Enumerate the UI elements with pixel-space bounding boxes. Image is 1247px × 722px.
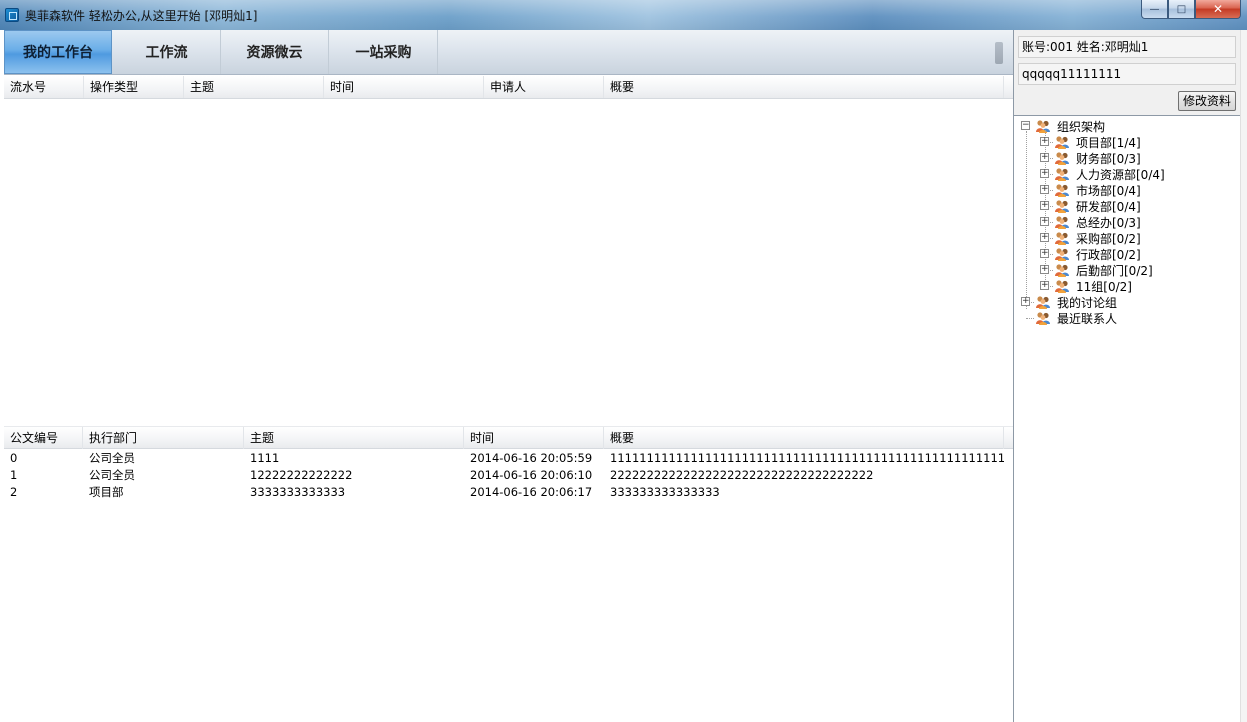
- group-icon: [1055, 280, 1069, 293]
- group-icon: [1055, 216, 1069, 229]
- doc-subject: 1111: [250, 451, 280, 465]
- docs-col-subject[interactable]: 主题: [244, 427, 464, 449]
- group-icon: [1055, 200, 1069, 213]
- tab-resource-cloud[interactable]: 资源微云: [221, 30, 329, 74]
- window-title: 奥菲森软件 轻松办公,从这里开始 [邓明灿1]: [25, 9, 258, 23]
- minimize-button[interactable]: —: [1141, 0, 1168, 19]
- title-bar: 奥菲森软件 轻松办公,从这里开始 [邓明灿1] — □ ✕: [0, 0, 1247, 30]
- doc-number: 1: [10, 468, 18, 482]
- tree-item-org[interactable]: 组织架构: [1057, 118, 1105, 135]
- tasks-col-summary[interactable]: 概要: [604, 76, 1004, 98]
- tree-connector: [1026, 318, 1034, 319]
- tasks-col-operation-type[interactable]: 操作类型: [84, 76, 184, 98]
- expand-icon[interactable]: +: [1021, 297, 1030, 306]
- group-icon: [1055, 248, 1069, 261]
- tab-workflow[interactable]: 工作流: [113, 30, 221, 74]
- group-icon: [1055, 136, 1069, 149]
- doc-summary: 333333333333333: [610, 485, 720, 499]
- tasks-grid-body[interactable]: [4, 99, 1013, 426]
- tasks-col-subject[interactable]: 主题: [184, 76, 324, 98]
- collapse-icon[interactable]: −: [1021, 121, 1030, 130]
- nav-grip[interactable]: [995, 42, 1003, 64]
- tab-purchasing[interactable]: 一站采购: [330, 30, 438, 74]
- expand-icon[interactable]: +: [1040, 201, 1049, 210]
- tab-workbench[interactable]: 我的工作台: [4, 30, 112, 74]
- nav-tabs: 我的工作台 工作流 资源微云 一站采购: [4, 30, 1013, 75]
- expand-icon[interactable]: +: [1040, 233, 1049, 242]
- right-panel: 账号:001 姓名:邓明灿1 qqqqq11111111 修改资料 − 组织架构 +…: [1013, 30, 1247, 722]
- group-icon: [1055, 264, 1069, 277]
- tree-item-discussion[interactable]: 我的讨论组: [1057, 294, 1117, 311]
- tasks-col-serial[interactable]: 流水号: [4, 76, 84, 98]
- tree-item-department[interactable]: 后勤部门[0/2]: [1076, 262, 1153, 279]
- group-icon: [1036, 312, 1050, 325]
- table-row[interactable]: 1 公司全员 12222222222222 2014-06-16 20:06:1…: [4, 467, 1013, 484]
- close-button[interactable]: ✕: [1195, 0, 1241, 19]
- doc-department: 公司全员: [89, 451, 135, 465]
- tree-item-department[interactable]: 项目部[1/4]: [1076, 134, 1141, 151]
- tasks-col-time[interactable]: 时间: [324, 76, 484, 98]
- expand-icon[interactable]: +: [1040, 185, 1049, 194]
- main-area: 我的工作台 工作流 资源微云 一站采购 流水号 操作类型 主题 时间 申请人 概…: [4, 30, 1013, 722]
- profile-panel: 账号:001 姓名:邓明灿1 qqqqq11111111 修改资料: [1014, 30, 1247, 116]
- doc-summary: 1111111111111111111111111111111111111111…: [610, 451, 1004, 465]
- tree-item-department[interactable]: 市场部[0/4]: [1076, 182, 1141, 199]
- expand-icon[interactable]: +: [1040, 217, 1049, 226]
- tasks-col-applicant[interactable]: 申请人: [484, 76, 604, 98]
- expand-icon[interactable]: +: [1040, 153, 1049, 162]
- tree-item-department[interactable]: 人力资源部[0/4]: [1076, 166, 1165, 183]
- doc-subject: 12222222222222: [250, 468, 353, 482]
- tree-item-department[interactable]: 行政部[0/2]: [1076, 246, 1141, 263]
- docs-col-number[interactable]: 公文编号: [4, 427, 83, 449]
- doc-number: 2: [10, 485, 18, 499]
- group-icon: [1055, 232, 1069, 245]
- docs-col-summary[interactable]: 概要: [604, 427, 1004, 449]
- tasks-grid-header: 流水号 操作类型 主题 时间 申请人 概要: [4, 76, 1013, 99]
- vertical-scrollbar[interactable]: [1240, 30, 1247, 722]
- edit-profile-button[interactable]: 修改资料: [1178, 91, 1236, 111]
- doc-subject: 3333333333333: [250, 485, 346, 499]
- tree-item-department[interactable]: 总经办[0/3]: [1076, 214, 1141, 231]
- group-icon: [1036, 120, 1050, 133]
- tree-item-department[interactable]: 研发部[0/4]: [1076, 198, 1141, 215]
- signature-field[interactable]: qqqqq11111111: [1018, 63, 1236, 85]
- expand-icon[interactable]: +: [1040, 169, 1049, 178]
- doc-summary: 222222222222222222222222222222222222: [610, 468, 874, 482]
- expand-icon[interactable]: +: [1040, 281, 1049, 290]
- group-icon: [1055, 168, 1069, 181]
- doc-time: 2014-06-16 20:06:17: [470, 485, 593, 499]
- tree-connector: [1026, 131, 1027, 309]
- tree-item-department[interactable]: 财务部[0/3]: [1076, 150, 1141, 167]
- maximize-button[interactable]: □: [1168, 0, 1195, 19]
- doc-time: 2014-06-16 20:06:10: [470, 468, 593, 482]
- group-icon: [1036, 296, 1050, 309]
- account-info: 账号:001 姓名:邓明灿1: [1018, 36, 1236, 58]
- org-tree: − 组织架构 + 项目部[1/4] + 财务部[0/3] + 人力资源部[0/4] + 市场部[0…: [1014, 118, 1240, 718]
- app-icon: [5, 8, 19, 22]
- doc-time: 2014-06-16 20:05:59: [470, 451, 593, 465]
- doc-department: 项目部: [89, 485, 124, 499]
- docs-col-department[interactable]: 执行部门: [83, 427, 244, 449]
- table-row[interactable]: 2 项目部 3333333333333 2014-06-16 20:06:17 …: [4, 484, 1013, 501]
- docs-grid-body: 0 公司全员 1111 2014-06-16 20:05:59 11111111…: [4, 450, 1013, 722]
- doc-department: 公司全员: [89, 468, 135, 482]
- doc-number: 0: [10, 451, 18, 465]
- group-icon: [1055, 184, 1069, 197]
- docs-col-time[interactable]: 时间: [464, 427, 604, 449]
- expand-icon[interactable]: +: [1040, 249, 1049, 258]
- table-row[interactable]: 0 公司全员 1111 2014-06-16 20:05:59 11111111…: [4, 450, 1013, 467]
- docs-grid-header: 公文编号 执行部门 主题 时间 概要: [4, 426, 1013, 449]
- tree-item-recent[interactable]: 最近联系人: [1057, 310, 1117, 327]
- expand-icon[interactable]: +: [1040, 137, 1049, 146]
- tree-item-department[interactable]: 11组[0/2]: [1076, 278, 1132, 295]
- expand-icon[interactable]: +: [1040, 265, 1049, 274]
- tree-item-department[interactable]: 采购部[0/2]: [1076, 230, 1141, 247]
- group-icon: [1055, 152, 1069, 165]
